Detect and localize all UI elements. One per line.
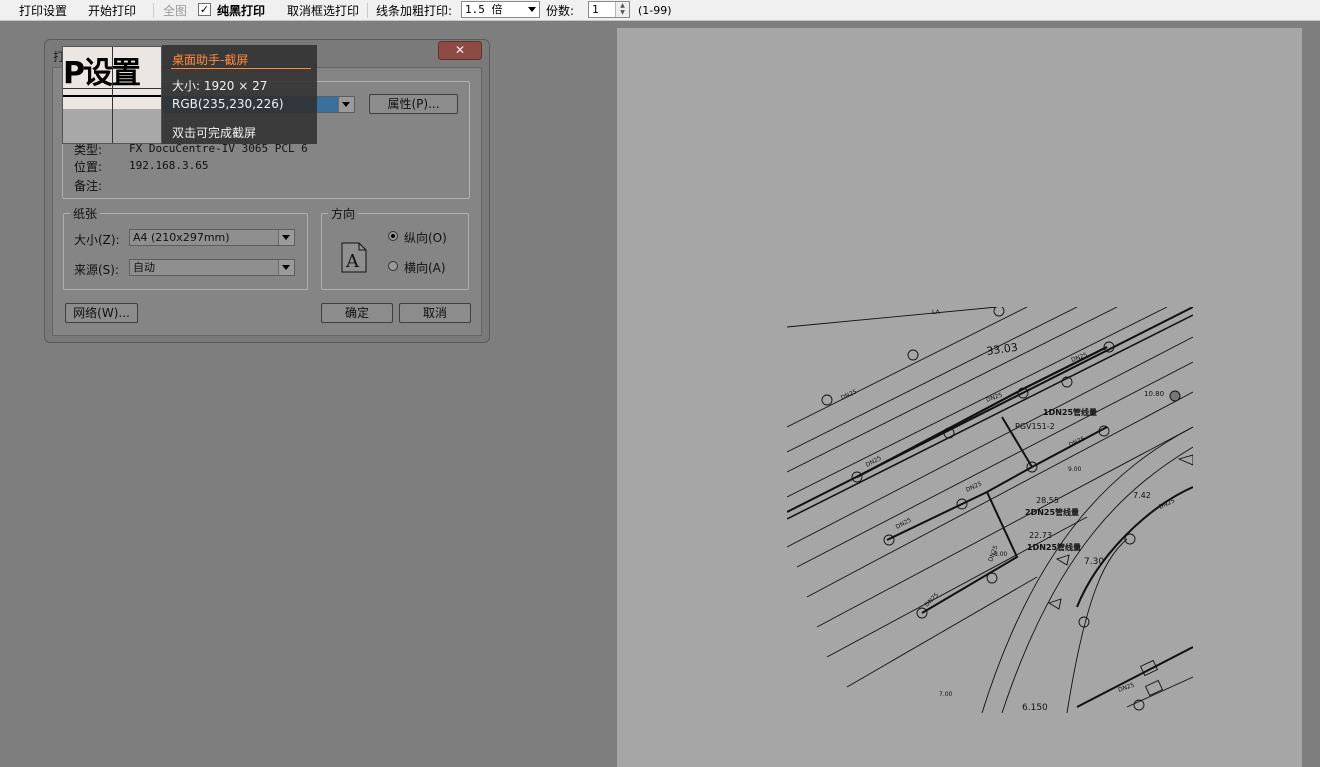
arrow-down-icon[interactable]: ▼ [616, 9, 629, 16]
paper-source-select[interactable]: 自动 [129, 259, 295, 276]
drawing-label: PGV151-2 [1015, 422, 1055, 431]
cad-drawing: 33.03 PGV151-2 1DN25管线量 2DN25管线量 1DN25管线… [787, 307, 1193, 713]
drawing-label: 33.03 [986, 341, 1019, 358]
drawing-label: 7.42 [1133, 491, 1151, 500]
landscape-label[interactable]: 横向(A) [404, 259, 446, 276]
drawing-label: DN25 [1068, 435, 1086, 448]
capture-tool-title: 桌面助手-截屏 [172, 53, 249, 67]
properties-button[interactable]: 属性(P)... [369, 94, 458, 114]
drawing-label: 22.73 [1029, 531, 1052, 540]
drawing-label: 9.00 [1068, 466, 1082, 473]
paper-group: 纸张 [63, 205, 308, 290]
capture-rgb: RGB(235,230,226) [172, 97, 284, 111]
drawing-label: DN25 [923, 591, 940, 608]
printer-location-label: 位置: [74, 160, 103, 174]
drawing-label: 2DN25管线量 [1025, 507, 1079, 517]
paper-source-label: 来源(S): [74, 263, 120, 277]
portrait-label[interactable]: 纵向(O) [404, 229, 447, 246]
print-toolbar: 打印设置 开始打印 全图 ✓ 纯黑打印 取消框选打印 线条加粗打印: 1.5 倍… [0, 0, 1320, 21]
capture-title-underline [171, 68, 311, 69]
pure-black-checkbox[interactable]: ✓ [198, 3, 211, 16]
drawing-label: 6.150 [1022, 703, 1048, 713]
chevron-down-icon [278, 260, 294, 275]
line-bold-select[interactable]: 1.5 倍 [461, 1, 540, 18]
orientation-group-label: 方向 [328, 205, 359, 222]
svg-text:A: A [345, 251, 360, 272]
printer-location-value: 192.168.3.65 [129, 159, 209, 172]
drawing-label: 7.30 [1084, 557, 1104, 567]
cancel-button[interactable]: 取消 [399, 303, 471, 323]
magnified-text: P设置 [63, 56, 141, 91]
paper-source-value: 自动 [133, 261, 155, 274]
start-print-button[interactable]: 开始打印 [88, 3, 136, 19]
drawing-label: 1DN25管线量 [1027, 542, 1081, 552]
chevron-down-icon [528, 7, 536, 12]
paper-size-select[interactable]: A4 (210x297mm) [129, 229, 295, 246]
toolbar-separator [367, 3, 368, 18]
toolbar-separator [153, 3, 154, 18]
portrait-radio[interactable] [388, 231, 398, 241]
paper-size-label: 大小(Z): [74, 233, 120, 247]
copies-stepper[interactable]: 1 ▲ ▼ [588, 1, 630, 18]
portrait-page-icon: A [341, 242, 367, 273]
paper-group-label: 纸张 [70, 205, 101, 222]
drawing-label: 7.00 [939, 691, 953, 698]
drawing-label: LA [932, 309, 940, 316]
arrow-up-icon[interactable]: ▲ [616, 2, 629, 9]
drawing-label: 10.80 [1144, 390, 1164, 398]
pure-black-label[interactable]: 纯黑打印 [217, 3, 265, 19]
close-button[interactable]: ✕ [438, 41, 482, 60]
stepper-buttons[interactable]: ▲ ▼ [615, 2, 629, 17]
drawing-label: 28.55 [1036, 496, 1059, 505]
copies-value: 1 [592, 3, 599, 16]
copies-label: 份数: [546, 4, 575, 18]
crosshair-horizontal [63, 88, 161, 89]
printer-comment-label: 备注: [74, 179, 103, 193]
drawing-label: DN25 [1117, 682, 1135, 694]
drawing-label: 1DN25管线量 [1043, 407, 1097, 417]
landscape-radio[interactable] [388, 261, 398, 271]
chevron-down-icon [278, 230, 294, 245]
drawing-label: DN25 [1158, 497, 1176, 510]
capture-magnifier: P设置 [62, 46, 162, 144]
chevron-down-icon [338, 97, 354, 112]
cancel-frame-print-button[interactable]: 取消框选打印 [287, 3, 359, 19]
drawing-label: DN25 [965, 480, 983, 493]
whole-image-button[interactable]: 全图 [163, 3, 187, 19]
network-button[interactable]: 网络(W)... [65, 303, 138, 323]
print-setup-button[interactable]: 打印设置 [19, 3, 67, 19]
ok-button[interactable]: 确定 [321, 303, 393, 323]
close-icon[interactable]: ✕ [455, 43, 465, 57]
line-bold-value: 1.5 倍 [465, 3, 503, 16]
paper-size-value: A4 (210x297mm) [133, 231, 230, 244]
copies-range: (1-99) [638, 4, 672, 17]
crosshair-vertical [112, 47, 113, 143]
capture-hint: 双击可完成截屏 [172, 126, 257, 140]
drawing-label: DN25 [840, 388, 858, 401]
capture-size: 大小: 1920 × 27 [172, 79, 268, 93]
line-bold-label: 线条加粗打印: [376, 4, 453, 18]
